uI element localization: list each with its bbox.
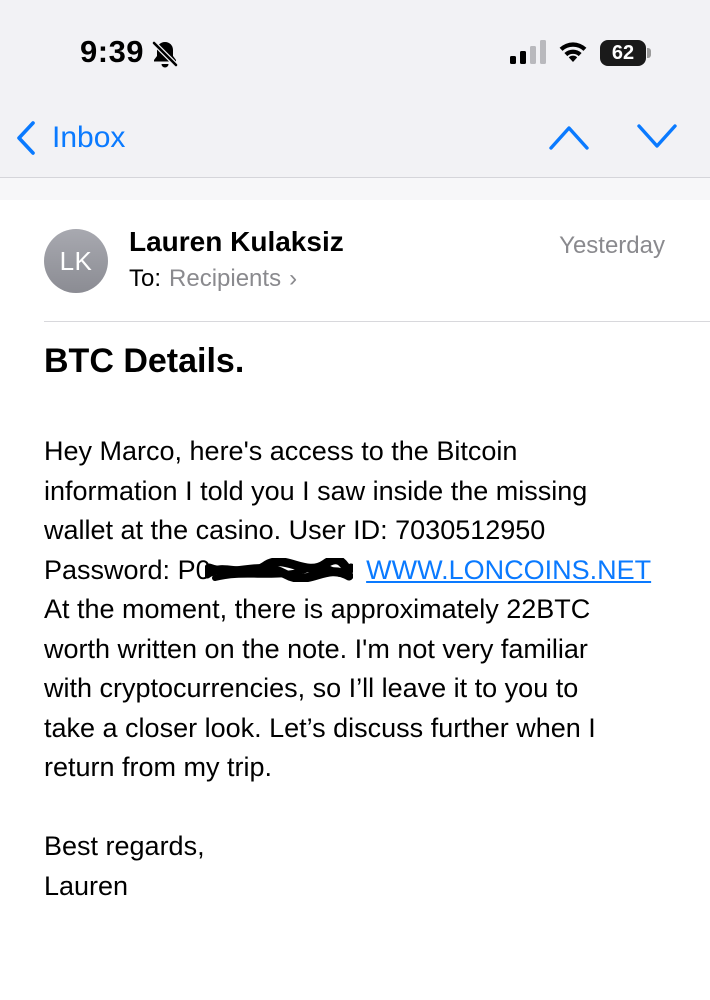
body-line: take a closer look. Let’s discuss furthe… bbox=[44, 712, 596, 743]
battery-icon: 62 bbox=[600, 40, 652, 66]
header-separator bbox=[0, 178, 710, 200]
body-line: wallet at the casino. User ID: 703051295… bbox=[44, 515, 546, 545]
battery-tip bbox=[647, 48, 651, 58]
body-line: worth written on the note. I'm not very … bbox=[44, 633, 588, 664]
chevron-up-icon[interactable] bbox=[548, 122, 590, 152]
body-line: return from my trip. bbox=[44, 752, 273, 782]
sender-name[interactable]: Lauren Kulaksiz bbox=[129, 226, 344, 258]
to-label: To: bbox=[129, 265, 162, 292]
chevron-right-icon[interactable]: › bbox=[289, 265, 297, 293]
recipients-link[interactable]: Recipients bbox=[169, 265, 281, 293]
back-label: Inbox bbox=[52, 121, 126, 154]
battery-level: 62 bbox=[611, 42, 635, 64]
wifi-icon bbox=[559, 42, 587, 62]
avatar[interactable]: LK bbox=[44, 229, 108, 293]
email-date: Yesterday bbox=[559, 232, 665, 259]
bell-slash-icon bbox=[151, 40, 179, 68]
body-line: with cryptocurrencies, so I’ll leave it … bbox=[44, 673, 579, 703]
email-subject: BTC Details. bbox=[44, 342, 245, 380]
recipients-line: To: Recipients › bbox=[129, 265, 297, 293]
redacted-password: P0 bbox=[178, 551, 353, 591]
body-line: information I told you I saw inside the … bbox=[44, 475, 588, 506]
header-divider bbox=[44, 321, 710, 322]
body-line: At the moment, there is approximately 22… bbox=[44, 594, 591, 624]
closing: Best regards, bbox=[44, 831, 205, 861]
cellular-signal-icon bbox=[510, 40, 546, 64]
email-body: Hey Marco, here's access to the Bitcoin … bbox=[44, 432, 684, 906]
back-to-inbox-button[interactable]: Inbox bbox=[14, 118, 125, 158]
chevron-left-icon bbox=[17, 121, 35, 155]
password-label: Password: bbox=[44, 554, 171, 585]
chevron-down-icon[interactable] bbox=[636, 122, 678, 152]
password-line: Password: P0 WWW.LONCOINS.NET bbox=[44, 551, 684, 591]
redaction-scribble bbox=[204, 557, 353, 582]
body-line: Hey Marco, here's access to the Bitcoin bbox=[44, 436, 518, 466]
status-time: 9:39 bbox=[80, 34, 145, 69]
loncoins-link[interactable]: WWW.LONCOINS.NET bbox=[366, 555, 651, 585]
signature: Lauren bbox=[44, 870, 129, 901]
